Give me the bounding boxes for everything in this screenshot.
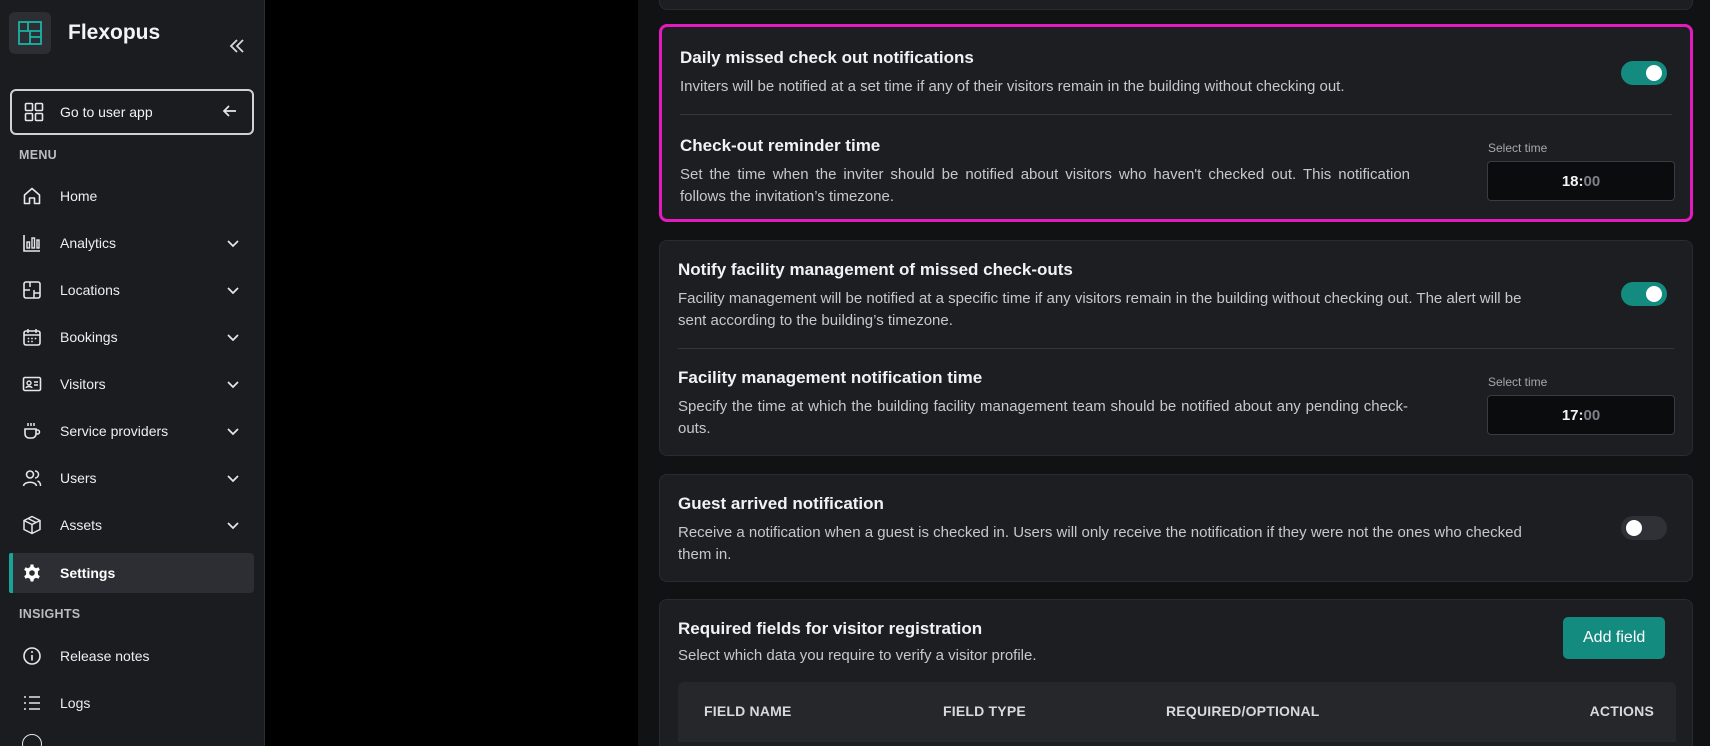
missed-checkout-card: Daily missed check out notifications Inv… [659,24,1693,222]
sidebar-item-label: Settings [60,565,116,581]
toggle-knob [1646,65,1662,81]
sidebar-item-logs[interactable]: Logs [10,683,254,723]
guest-arrived-description: Receive a notification when a guest is c… [678,524,1522,563]
sidebar-item-visitors[interactable]: Visitors [10,364,254,404]
flexopus-logo-icon [9,12,51,54]
facility-missed-toggle[interactable] [1621,282,1667,306]
minute-value: 00 [1583,406,1601,424]
info-icon [23,647,41,665]
sidebar-item-label: Assets [60,517,103,533]
double-chevron-left-icon [229,39,244,53]
column-field-name[interactable]: FIELD NAME [704,703,792,719]
sidebar-item-analytics[interactable]: Analytics [10,223,254,263]
reminder-time-description: Set the time when the inviter should be … [680,166,1410,205]
required-fields-table-header: FIELD NAME FIELD TYPE REQUIRED/OPTIONAL … [678,682,1676,742]
sidebar-item-label: Home [60,188,98,204]
sidebar-item-label: Visitors [60,376,106,392]
sidebar-item-label: Service providers [60,423,169,439]
facility-time-picker[interactable]: 17:00 [1487,395,1675,435]
sidebar-item-home[interactable]: Home [10,176,254,216]
box-icon [23,515,41,535]
hour-value: 17 [1561,406,1579,424]
column-field-type[interactable]: FIELD TYPE [943,703,1026,719]
menu-section-title: MENU [19,148,58,162]
guest-arrived-toggle[interactable] [1621,516,1667,540]
guest-arrived-card: Guest arrived notification Receive a not… [659,474,1693,582]
required-fields-card: Required fields for visitor registration… [659,599,1693,746]
floorplan-icon [23,281,41,299]
divider [678,348,1674,349]
sidebar: Flexopus Go to user app MENU Home Analyt… [0,0,265,746]
sidebar-item-label: Locations [60,282,120,298]
facility-missed-title: Notify facility management of missed che… [678,260,1073,279]
calendar-icon [23,329,41,346]
id-card-icon [22,376,42,392]
chevron-down-icon [227,428,239,436]
sidebar-item-locations[interactable]: Locations [10,270,254,310]
collapse-sidebar-button[interactable] [226,35,248,57]
previous-settings-card [659,0,1693,10]
toggle-knob [1646,286,1662,302]
home-icon [23,187,41,205]
go-to-user-app-button[interactable]: Go to user app [10,89,254,135]
column-actions: ACTIONS [1589,703,1654,719]
list-icon [24,696,40,710]
sidebar-item-release-notes[interactable]: Release notes [10,636,254,676]
missed-checkout-setting: Daily missed check out notifications Inv… [680,48,1580,98]
grid-icon [24,102,44,122]
missed-checkout-toggle[interactable] [1621,61,1667,85]
sidebar-item-settings[interactable]: Settings [9,553,254,593]
chevron-down-icon [227,381,239,389]
sidebar-item-label: Analytics [60,235,117,251]
sidebar-item-service-providers[interactable]: Service providers [10,411,254,451]
guest-arrived-setting: Guest arrived notification Receive a not… [678,494,1558,566]
facility-missed-description: Facility management will be notified at … [678,290,1522,329]
reminder-time-title: Check-out reminder time [680,136,881,155]
sidebar-item-label: Release notes [60,648,150,664]
required-fields-title: Required fields for visitor registration [678,619,983,638]
reminder-time-setting: Check-out reminder time Set the time whe… [680,136,1410,208]
chevron-down-icon [227,522,239,530]
sidebar-item-label: Logs [60,695,91,711]
missed-checkout-description: Inviters will be notified at a set time … [680,78,1345,95]
toggle-knob [1626,520,1642,536]
chevron-down-icon [227,287,239,295]
column-required-optional[interactable]: REQUIRED/OPTIONAL [1166,703,1320,719]
chevron-down-icon [227,334,239,342]
users-icon [22,470,42,487]
facility-management-card: Notify facility management of missed che… [659,240,1693,456]
sidebar-item-assets[interactable]: Assets [10,505,254,545]
facility-time-setting: Facility management notification time Sp… [678,368,1408,440]
facility-time-title: Facility management notification time [678,368,983,387]
sidebar-item-label: Bookings [60,329,118,345]
required-fields-header: Required fields for visitor registration… [678,619,1478,667]
minute-value: 00 [1583,172,1601,190]
sidebar-item-label: Users [60,470,97,486]
add-field-button[interactable]: Add field [1563,617,1666,659]
missed-checkout-title: Daily missed check out notifications [680,48,974,67]
hour-value: 18 [1561,172,1579,190]
bar-chart-icon [23,235,40,252]
sidebar-item-bookings[interactable]: Bookings [10,317,254,357]
main-content: Daily missed check out notifications Inv… [638,0,1710,746]
chevron-down-icon [227,240,239,248]
gear-icon [24,564,40,582]
arrow-left-icon [222,105,236,117]
chevron-down-icon [227,475,239,483]
help-icon [22,734,42,746]
insights-section-title: INSIGHTS [19,607,81,621]
go-to-user-app-label: Go to user app [60,104,153,120]
sidebar-item-users[interactable]: Users [10,458,254,498]
facility-missed-setting: Notify facility management of missed che… [678,260,1548,332]
brand[interactable]: Flexopus [9,12,160,54]
required-fields-description: Select which data you require to verify … [678,647,1037,664]
guest-arrived-title: Guest arrived notification [678,494,884,513]
reminder-time-label: Select time [1488,141,1548,155]
facility-time-label: Select time [1488,375,1548,389]
facility-time-description: Specify the time at which the building f… [678,398,1408,437]
divider [680,114,1672,115]
reminder-time-picker[interactable]: 18:00 [1487,161,1675,201]
brand-name: Flexopus [68,21,161,44]
coffee-cup-icon [24,423,41,439]
